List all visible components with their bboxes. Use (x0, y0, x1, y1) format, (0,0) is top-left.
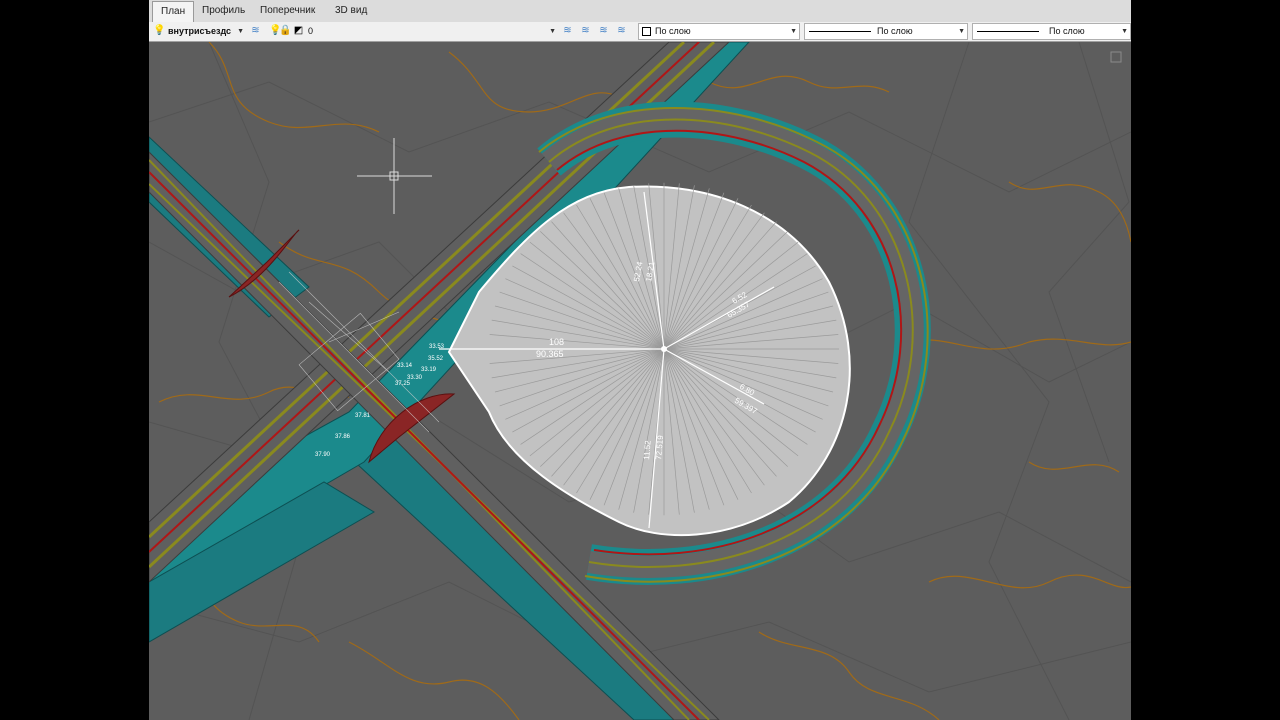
linetype-value: По слою (877, 26, 913, 36)
chevron-down-icon: ▼ (237, 28, 244, 35)
tab-3d-view[interactable]: 3D вид (327, 0, 375, 22)
elevation-label: 33.14 (397, 363, 413, 369)
dim-label: 11.52 (642, 439, 653, 460)
elevation-label: 37.81 (355, 413, 371, 419)
chevron-down-icon: ▼ (958, 28, 965, 35)
elevation-label: 37.25 (395, 381, 411, 387)
layer-dropdown[interactable]: 0 ▼ (305, 23, 559, 40)
layer-state-icon[interactable]: ≋ (561, 24, 574, 37)
elevation-label: 33.53 (429, 344, 445, 350)
layer-isolate-icon[interactable]: ≋ (597, 24, 610, 37)
elevation-label: 33.19 (421, 367, 437, 373)
linetype-preview-icon (809, 31, 871, 32)
chevron-down-icon: ▼ (1121, 28, 1128, 35)
elevation-label: 33.30 (407, 375, 423, 381)
layer-style-label: внутрисъездс (168, 26, 232, 36)
linetype-dropdown[interactable]: По слою ▼ (804, 23, 968, 40)
layer-toolbar: 💡 внутрисъездс ▼ ≋ 💡 🔒 ◩ 0 ▼ ≋ ≋ ≋ ≋ По … (149, 22, 1131, 42)
color-swatch-icon[interactable]: ◩ (292, 24, 305, 37)
dim-label: 108 (549, 337, 564, 347)
plan-viewport[interactable]: 108 90.365 65.357 6.52 59.397 6.80 52.24… (149, 42, 1131, 720)
color-dropdown[interactable]: По слою ▼ (638, 23, 800, 40)
layer-value: 0 (308, 26, 314, 36)
drawing-canvas[interactable]: 108 90.365 65.357 6.52 59.397 6.80 52.24… (149, 42, 1131, 720)
lineweight-dropdown[interactable]: По слою ▼ (972, 23, 1131, 40)
color-value: По слою (655, 26, 691, 36)
view-tabs: План Профиль Поперечник 3D вид (149, 0, 1131, 23)
lineweight-preview-icon (977, 31, 1039, 32)
app-window: План Профиль Поперечник 3D вид 💡 внутрис… (149, 0, 1131, 720)
color-swatch-icon (642, 27, 651, 36)
layers-icon[interactable]: ≋ (249, 24, 262, 37)
tab-plan[interactable]: План (152, 1, 195, 23)
layer-freeze-icon[interactable]: ≋ (615, 24, 628, 37)
layer-previous-icon[interactable]: ≋ (579, 24, 592, 37)
chevron-down-icon: ▼ (549, 28, 556, 35)
lock-icon[interactable]: 🔒 (279, 24, 292, 37)
layer-style-dropdown[interactable]: внутрисъездс ▼ (165, 23, 247, 40)
elevation-label: 37.90 (315, 452, 331, 458)
tab-cross-section[interactable]: Поперечник (252, 0, 323, 22)
dim-label: 90.365 (536, 349, 564, 359)
tab-profile[interactable]: Профиль (194, 0, 253, 22)
lineweight-value: По слою (1049, 26, 1085, 36)
chevron-down-icon: ▼ (790, 28, 797, 35)
elevation-label: 35.52 (428, 356, 444, 362)
elevation-label: 37.86 (335, 434, 351, 440)
